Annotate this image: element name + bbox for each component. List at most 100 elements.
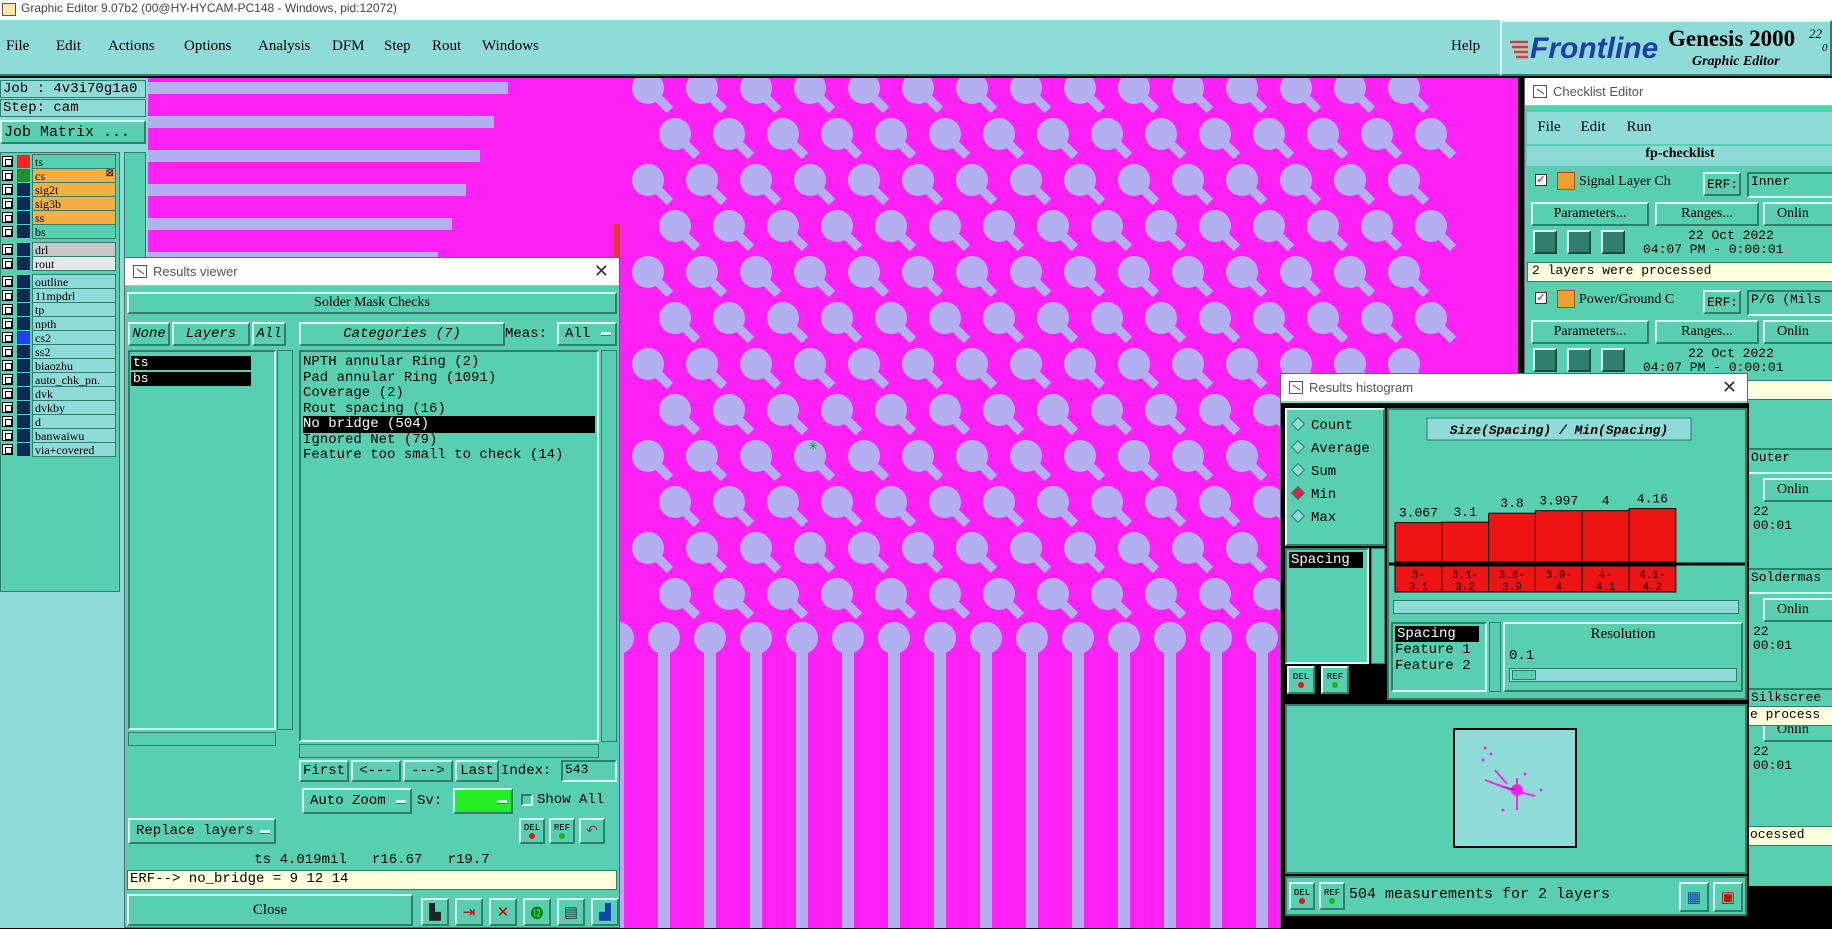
layer-color-swatch[interactable] (17, 373, 30, 386)
histogram-bar[interactable] (1394, 522, 1443, 563)
histogram-icon[interactable]: ▟ (591, 898, 619, 926)
layer-checkbox[interactable] (2, 360, 13, 371)
layer-row-dvk[interactable]: dvk (0, 386, 118, 401)
online-button[interactable]: Onlin (1763, 202, 1832, 226)
prev-button[interactable]: <--- (351, 760, 401, 782)
next-button[interactable]: ---> (403, 760, 453, 782)
stop-icon[interactable] (1601, 348, 1625, 372)
close-button[interactable]: Close (127, 894, 413, 926)
layer-row-ss[interactable]: ss (0, 210, 118, 225)
layers-vscroll[interactable] (277, 350, 293, 730)
categories-button[interactable]: Categories (7) (299, 322, 505, 346)
hist-ref-button[interactable]: REF (1321, 666, 1349, 694)
layer-color-swatch[interactable] (17, 155, 30, 168)
mode-radio-count[interactable]: Count (1290, 416, 1353, 434)
field-item[interactable]: Spacing (1395, 626, 1479, 642)
layer-color-swatch[interactable] (17, 257, 30, 270)
menu-edit[interactable]: Edit (56, 38, 108, 58)
menu-dfm[interactable]: DFM (332, 38, 384, 58)
delete-marks-icon[interactable]: ✕ (489, 898, 517, 926)
layer-color-swatch[interactable] (17, 243, 30, 256)
layer-checkbox[interactable] (2, 346, 13, 357)
field-item[interactable]: Feature 1 (1395, 642, 1471, 658)
layer-row-bs[interactable]: bs (0, 224, 118, 239)
layer-checkbox[interactable] (2, 198, 13, 209)
layer-checkbox[interactable] (2, 332, 13, 343)
category-item[interactable]: No bridge (504) (303, 416, 595, 433)
run-icon[interactable] (1533, 230, 1557, 254)
histogram-bar[interactable] (1581, 510, 1630, 563)
erf-value[interactable]: Inner (1747, 172, 1832, 198)
selected-layer-ts[interactable]: ts (131, 356, 251, 370)
erf-value[interactable]: Outer (1747, 448, 1832, 474)
layer-checkbox[interactable] (2, 226, 13, 237)
run-all-icon[interactable] (1567, 348, 1591, 372)
histogram-bar[interactable] (1441, 521, 1490, 563)
menu-help[interactable]: Help (1451, 38, 1480, 55)
checklist-menu-edit[interactable]: Edit (1573, 114, 1613, 140)
field-vscroll[interactable] (1371, 548, 1385, 664)
layer-color-swatch[interactable] (17, 317, 30, 330)
layer-row-banwaiwu[interactable]: banwaiwu (0, 428, 118, 443)
job-matrix-button[interactable]: Job Matrix ... (0, 120, 146, 144)
meas-dropdown[interactable]: All (557, 322, 617, 346)
layers-button[interactable]: Layers (172, 322, 250, 346)
zoom-feature-icon[interactable]: ▣ (1713, 882, 1743, 912)
slider-handle[interactable] (1512, 670, 1536, 680)
category-item[interactable]: Ignored Net (79) (303, 432, 437, 449)
field-list[interactable]: Spacing (1285, 548, 1369, 664)
close-icon[interactable]: ✕ (1722, 377, 1737, 398)
show-all-checkbox[interactable] (521, 794, 533, 806)
chart-hscroll[interactable] (1393, 600, 1739, 614)
layer-color-swatch[interactable] (17, 345, 30, 358)
layer-checkbox[interactable] (2, 388, 13, 399)
layer-row-dvkby[interactable]: dvkby (0, 400, 118, 415)
layer-checkbox[interactable] (2, 318, 13, 329)
close-icon[interactable]: ✕ (594, 261, 609, 282)
layer-color-swatch[interactable] (17, 401, 30, 414)
layer-row-outline[interactable]: outline (0, 274, 118, 289)
layer-color-swatch[interactable] (17, 169, 30, 182)
parameters-button[interactable]: Parameters... (1531, 320, 1649, 344)
measure-icon[interactable]: ⓬ (523, 898, 551, 926)
erf-value[interactable]: Soldermas (1747, 568, 1832, 594)
online-button[interactable]: Onlin (1763, 598, 1832, 622)
replace-layers-dropdown[interactable]: Replace layers (128, 818, 276, 844)
layer-checkbox[interactable] (2, 244, 13, 255)
layer-checkbox[interactable] (2, 402, 13, 413)
checklist-menu-run[interactable]: Run (1617, 114, 1661, 140)
fields-list[interactable]: Spacing Feature 1 Feature 2 (1391, 622, 1487, 692)
category-item[interactable]: Pad annular Ring (1091) (303, 370, 496, 387)
layer-row-npth[interactable]: npth (0, 316, 118, 331)
resolution-slider[interactable] (1509, 668, 1737, 682)
first-button[interactable]: First (299, 760, 349, 782)
footer-del-button[interactable]: DEL (1289, 882, 1315, 910)
hist-del-button[interactable]: DEL (1287, 666, 1315, 694)
menu-options[interactable]: Options (184, 38, 258, 58)
layer-color-swatch[interactable] (17, 211, 30, 224)
categories-hscroll[interactable] (299, 744, 599, 758)
checklist-item-checkbox[interactable]: ✓ (1535, 174, 1547, 186)
online-button[interactable]: Onlin (1763, 478, 1832, 502)
layer-row-sig3b[interactable]: sig3b (0, 196, 118, 211)
field-item[interactable]: Feature 2 (1395, 658, 1471, 674)
run-all-icon[interactable] (1567, 230, 1591, 254)
layer-row-ss2[interactable]: ss2 (0, 344, 118, 359)
mode-radio-average[interactable]: Average (1290, 439, 1370, 457)
footer-ref-button[interactable]: REF (1319, 882, 1345, 910)
run-icon[interactable] (1533, 348, 1557, 372)
layer-color-swatch[interactable] (17, 275, 30, 288)
layer-checkbox[interactable] (2, 170, 13, 181)
zoom-selection-icon[interactable]: ▦ (1679, 882, 1709, 912)
category-item[interactable]: Feature too small to check (14) (303, 447, 563, 464)
layer-row-auto_chk_pn.[interactable]: auto_chk_pn. (0, 372, 118, 387)
last-button[interactable]: Last (455, 760, 499, 782)
layer-row-cs2[interactable]: cs2 (0, 330, 118, 345)
layer-row-drl[interactable]: drl (0, 242, 118, 257)
flag-icon[interactable]: ▙ (421, 898, 449, 926)
mode-radio-max[interactable]: Max (1290, 508, 1336, 526)
erf-value[interactable]: P/G (Mils (1747, 290, 1832, 316)
layer-color-swatch[interactable] (17, 443, 30, 456)
ranges-button[interactable]: Ranges... (1655, 202, 1759, 226)
categories-list[interactable]: NPTH annular Ring (2) Pad annular Ring (1… (299, 350, 599, 742)
